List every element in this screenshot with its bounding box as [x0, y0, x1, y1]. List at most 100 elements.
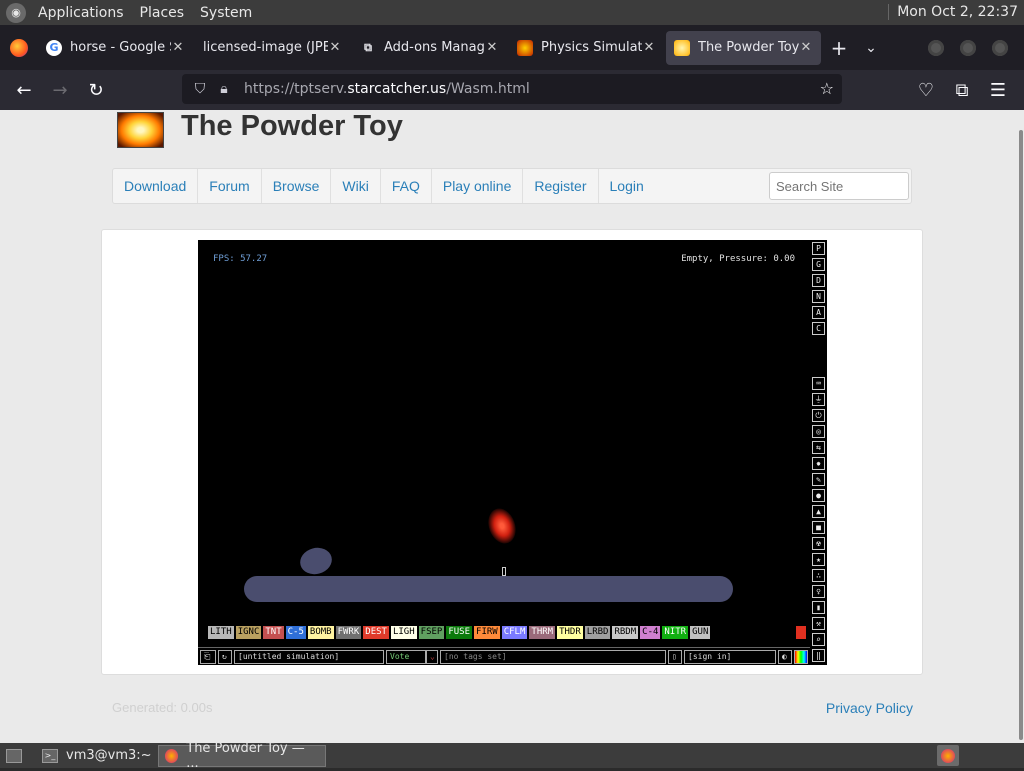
open-save-button[interactable]: ⎗ [200, 650, 216, 664]
maximize-window-button[interactable] [960, 39, 976, 56]
element-fwrk[interactable]: FWRK [335, 626, 362, 639]
settings-icon[interactable]: ◐ [778, 650, 792, 664]
search-icon[interactable]: ⌕ [812, 633, 825, 646]
close-tab-icon[interactable]: ✕ [171, 40, 185, 55]
taskbar-terminal[interactable]: >_ vm3@vm3:~ [36, 745, 158, 767]
nav-download[interactable]: Download [113, 169, 199, 203]
privacy-policy-link[interactable]: Privacy Policy [826, 700, 913, 716]
element-fuse[interactable]: FUSE [446, 626, 473, 639]
element-dest[interactable]: DEST [363, 626, 389, 639]
tags-field[interactable]: [no tags set] [440, 650, 666, 664]
clock[interactable]: Mon Oct 2, 22:37 [888, 4, 1018, 20]
solids-icon[interactable]: ■ [812, 521, 825, 534]
search-input[interactable] [769, 172, 909, 200]
minimize-window-button[interactable] [928, 39, 944, 56]
nav-faq[interactable]: FAQ [381, 169, 432, 203]
save-name-field[interactable]: [untitled simulation] [234, 650, 384, 664]
liquids-icon[interactable]: ● [812, 489, 825, 502]
extensions-icon[interactable]: ⧉ [944, 72, 980, 108]
life-icon[interactable]: ♀ [812, 585, 825, 598]
bookmark-star-icon[interactable]: ☆ [820, 79, 834, 98]
applications-menu[interactable]: Applications [30, 5, 132, 21]
tab-addons-manager[interactable]: ⧉ Add-ons Manage ✕ [352, 31, 507, 65]
element-bomb[interactable]: BOMB [307, 626, 334, 639]
tab-physics-simulation[interactable]: Physics Simulati ✕ [509, 31, 664, 65]
pause-icon[interactable]: ‖ [812, 649, 825, 662]
ambient-toggle-a[interactable]: A [812, 306, 825, 319]
element-thrm[interactable]: THRM [529, 626, 556, 639]
nav-forum[interactable]: Forum [198, 169, 262, 203]
element-cflm[interactable]: CFLM [501, 626, 528, 639]
gravity-toggle-g[interactable]: G [812, 258, 825, 271]
firefox-view-button[interactable] [0, 25, 38, 70]
element-partial[interactable] [796, 626, 806, 639]
close-tab-icon[interactable]: ✕ [328, 40, 342, 55]
url-bar[interactable]: ⛉ 🔒︎ https://tptserv.starcatcher.us/Wasm… [182, 74, 842, 104]
tools-icon[interactable]: ⚒ [812, 617, 825, 630]
gases-icon[interactable]: ✎ [812, 473, 825, 486]
element-ignc[interactable]: IGNC [235, 626, 262, 639]
element-c-5[interactable]: C-5 [285, 626, 306, 639]
shield-icon[interactable]: ⛉ [188, 81, 212, 97]
bookmark-icon[interactable]: ▮ [812, 601, 825, 614]
tab-licensed-image[interactable]: licensed-image (JPE ✕ [195, 31, 350, 65]
workspace-switcher[interactable] [937, 745, 959, 766]
element-c-4[interactable]: C-4 [640, 626, 661, 639]
tab-the-powder-toy[interactable]: The Powder Toy ✕ [666, 30, 821, 65]
console-toggle-c[interactable]: C [812, 322, 825, 335]
forward-arrow-icon[interactable]: → [42, 72, 78, 108]
close-tab-icon[interactable]: ✕ [485, 40, 499, 55]
render-options-icon[interactable] [794, 650, 808, 664]
element-gun[interactable]: GUN [690, 626, 711, 639]
reload-icon[interactable]: ↻ [78, 72, 114, 108]
element-thdr[interactable]: THDR [557, 626, 583, 639]
places-menu[interactable]: Places [132, 5, 193, 21]
nav-browse[interactable]: Browse [262, 169, 332, 203]
pocket-icon[interactable]: ♡ [908, 72, 944, 108]
electronics-icon[interactable]: ⏚ [812, 393, 825, 406]
page-scrollbar[interactable] [1018, 110, 1024, 743]
url-text[interactable]: https://tptserv.starcatcher.us/Wasm.html [244, 81, 530, 97]
decoration-toggle-d[interactable]: D [812, 274, 825, 287]
element-rbdm[interactable]: RBDM [612, 626, 639, 639]
power-icon[interactable]: ⏻ [812, 409, 825, 422]
keyboard-icon[interactable]: ⌨ [812, 377, 825, 390]
scrollbar-thumb[interactable] [1019, 130, 1023, 740]
force-icon[interactable]: ⇆ [812, 441, 825, 454]
element-nitr[interactable]: NITR [662, 626, 689, 639]
nav-login[interactable]: Login [599, 169, 655, 203]
reload-sim-icon[interactable]: ↻ [218, 650, 232, 664]
distro-logo-icon[interactable]: ◉ [6, 2, 26, 23]
list-all-tabs-button[interactable]: ⌄ [855, 40, 887, 56]
powders-icon[interactable]: ▲ [812, 505, 825, 518]
tab-horse-google[interactable]: G horse - Google S ✕ [38, 31, 193, 65]
new-sim-icon[interactable]: ▯ [668, 650, 682, 664]
element-ligh[interactable]: LIGH [390, 626, 417, 639]
element-tnt[interactable]: TNT [263, 626, 284, 639]
close-window-button[interactable] [992, 39, 1008, 56]
radioactive-icon[interactable]: ☢ [812, 537, 825, 550]
site-logo[interactable] [117, 112, 164, 148]
close-tab-icon[interactable]: ✕ [799, 40, 813, 55]
nav-register[interactable]: Register [523, 169, 599, 203]
hamburger-menu-icon[interactable]: ☰ [980, 72, 1016, 108]
pause-toggle-p[interactable]: P [812, 242, 825, 255]
sign-in-button[interactable]: [sign in] [684, 650, 776, 664]
new-tab-button[interactable]: + [823, 36, 855, 60]
particles-icon[interactable]: ∴ [812, 569, 825, 582]
close-tab-icon[interactable]: ✕ [642, 40, 656, 55]
vote-up-button[interactable]: Vote [386, 650, 426, 664]
element-fsep[interactable]: FSEP [418, 626, 445, 639]
taskbar-firefox[interactable]: The Powder Toy — ... [157, 741, 326, 771]
element-firw[interactable]: FIRW [474, 626, 500, 639]
show-desktop-button[interactable] [0, 745, 36, 767]
back-arrow-icon[interactable]: ← [6, 72, 42, 108]
system-menu[interactable]: System [192, 5, 260, 21]
vote-down-button[interactable]: ⌄ [426, 650, 438, 664]
lock-icon[interactable]: 🔒︎ [212, 81, 236, 97]
element-lith[interactable]: LITH [208, 626, 234, 639]
nav-play-online[interactable]: Play online [432, 169, 524, 203]
nav-wiki[interactable]: Wiki [331, 169, 381, 203]
special-icon[interactable]: ★ [812, 553, 825, 566]
element-lrbd[interactable]: LRBD [584, 626, 611, 639]
